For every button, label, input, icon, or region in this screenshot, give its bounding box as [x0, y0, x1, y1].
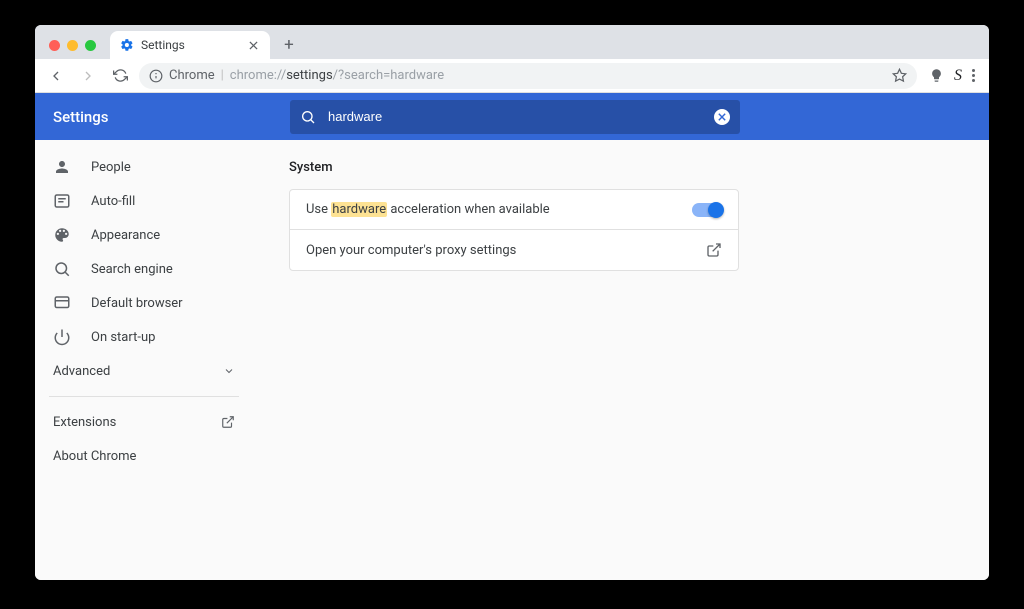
- close-tab-button[interactable]: [246, 38, 260, 52]
- sidebar-item-label: People: [91, 160, 131, 175]
- browser-tab[interactable]: Settings: [110, 31, 270, 59]
- forward-button[interactable]: [75, 63, 101, 89]
- sidebar-advanced-label: Advanced: [53, 364, 110, 379]
- site-info-icon[interactable]: [149, 69, 163, 83]
- address-bar[interactable]: Chrome | chrome://settings/?search=hardw…: [139, 63, 917, 89]
- window-controls: [45, 40, 104, 59]
- toolbar-right: S: [923, 67, 981, 85]
- gear-icon: [120, 38, 134, 52]
- sidebar-item-appearance[interactable]: Appearance: [49, 218, 239, 252]
- bookmark-star-icon[interactable]: [892, 68, 907, 83]
- search-icon: [300, 109, 316, 125]
- section-title: System: [289, 160, 989, 175]
- proxy-settings-row[interactable]: Open your computer's proxy settings: [290, 229, 738, 270]
- url-text: chrome://settings/?search=hardware: [230, 68, 444, 83]
- person-icon: [53, 158, 71, 176]
- hardware-acceleration-toggle[interactable]: [692, 203, 722, 217]
- proxy-settings-label: Open your computer's proxy settings: [306, 243, 516, 258]
- browser-window: Settings + Chrome | chrome://settings/?s…: [35, 25, 989, 580]
- sidebar-item-label: Appearance: [91, 228, 160, 243]
- extension-s-icon[interactable]: S: [954, 67, 962, 85]
- back-button[interactable]: [43, 63, 69, 89]
- sidebar-item-people[interactable]: People: [49, 150, 239, 184]
- chevron-down-icon: [223, 365, 235, 377]
- external-link-icon: [221, 415, 235, 429]
- search-input[interactable]: [328, 109, 702, 124]
- sidebar-advanced-toggle[interactable]: Advanced: [49, 354, 239, 388]
- page-title: Settings: [53, 108, 290, 126]
- minimize-window-button[interactable]: [67, 40, 78, 51]
- palette-icon: [53, 226, 71, 244]
- new-tab-button[interactable]: +: [276, 32, 302, 58]
- extension-icon[interactable]: [929, 68, 944, 83]
- tab-title: Settings: [141, 38, 185, 52]
- system-settings-card: Use hardware acceleration when available…: [289, 189, 739, 271]
- maximize-window-button[interactable]: [85, 40, 96, 51]
- external-link-icon: [706, 242, 722, 258]
- sidebar-extensions-label: Extensions: [53, 415, 116, 430]
- sidebar-item-extensions[interactable]: Extensions: [49, 405, 239, 439]
- sidebar-divider: [49, 396, 239, 397]
- sidebar-item-label: On start-up: [91, 330, 155, 345]
- search-icon: [53, 260, 71, 278]
- url-scheme-label: Chrome: [169, 68, 215, 83]
- sidebar-item-on-startup[interactable]: On start-up: [49, 320, 239, 354]
- sidebar-item-about[interactable]: About Chrome: [49, 439, 239, 473]
- settings-header: Settings: [35, 93, 989, 140]
- autofill-icon: [53, 192, 71, 210]
- browser-icon: [53, 294, 71, 312]
- sidebar-item-search-engine[interactable]: Search engine: [49, 252, 239, 286]
- sidebar-about-label: About Chrome: [53, 449, 136, 464]
- sidebar-item-label: Auto-fill: [91, 194, 135, 209]
- clear-search-button[interactable]: [714, 109, 730, 125]
- power-icon: [53, 328, 71, 346]
- browser-menu-button[interactable]: [972, 69, 975, 82]
- content-area: People Auto-fill Appearance Search engin…: [35, 140, 989, 580]
- settings-sidebar: People Auto-fill Appearance Search engin…: [35, 140, 253, 580]
- reload-button[interactable]: [107, 63, 133, 89]
- tab-bar: Settings +: [35, 25, 989, 59]
- search-highlight: hardware: [331, 202, 387, 217]
- close-window-button[interactable]: [49, 40, 60, 51]
- sidebar-item-autofill[interactable]: Auto-fill: [49, 184, 239, 218]
- sidebar-item-default-browser[interactable]: Default browser: [49, 286, 239, 320]
- hardware-acceleration-row: Use hardware acceleration when available: [290, 190, 738, 229]
- browser-toolbar: Chrome | chrome://settings/?search=hardw…: [35, 59, 989, 93]
- settings-search-box[interactable]: [290, 100, 740, 134]
- hardware-acceleration-label: Use hardware acceleration when available: [306, 202, 550, 217]
- sidebar-item-label: Search engine: [91, 262, 173, 277]
- sidebar-item-label: Default browser: [91, 296, 183, 311]
- settings-main: System Use hardware acceleration when av…: [253, 140, 989, 580]
- toggle-knob: [708, 202, 724, 218]
